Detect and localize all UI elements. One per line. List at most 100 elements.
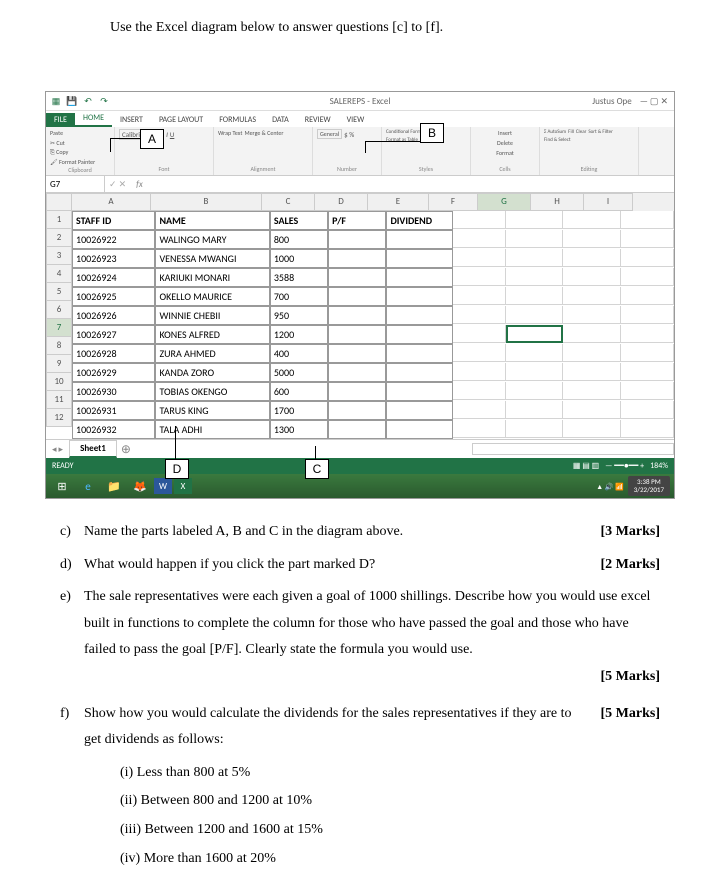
window-controls[interactable]: — ▢ ✕ [640, 96, 668, 107]
cell[interactable] [328, 230, 386, 249]
cell[interactable] [506, 211, 563, 229]
cell[interactable] [453, 306, 506, 324]
cell[interactable] [328, 268, 386, 287]
cell[interactable]: DIVIDEND [386, 211, 452, 230]
tab-data[interactable]: DATA [264, 113, 297, 127]
cell[interactable]: VENESSA MWANGI [155, 249, 269, 268]
col-header-D[interactable]: D [315, 193, 368, 211]
cell[interactable]: SALES [270, 211, 328, 230]
cell[interactable] [328, 287, 386, 306]
cell[interactable]: 950 [270, 306, 328, 325]
cell[interactable] [386, 325, 452, 344]
cell[interactable] [453, 344, 506, 362]
cell[interactable]: 10026924 [72, 268, 155, 287]
cell[interactable]: NAME [155, 211, 269, 230]
cell[interactable] [506, 287, 563, 305]
sheet-nav[interactable]: ◂ ▸ [46, 444, 69, 455]
row-header[interactable]: 8 [46, 337, 72, 355]
cell[interactable] [453, 382, 506, 400]
cell[interactable] [328, 344, 386, 363]
cell[interactable] [621, 382, 674, 400]
cell[interactable] [328, 325, 386, 344]
cell[interactable] [563, 420, 620, 438]
row-header[interactable]: 1 [46, 211, 72, 229]
cell[interactable] [328, 420, 386, 439]
cell[interactable] [563, 325, 620, 343]
tab-pagelayout[interactable]: PAGE LAYOUT [151, 113, 211, 127]
fx-icon[interactable]: fx [130, 179, 149, 190]
autosum-button[interactable]: Σ AutoSum [544, 129, 566, 135]
cell[interactable]: 1700 [270, 401, 328, 420]
sheet-tab[interactable]: Sheet1 [69, 440, 117, 458]
cell[interactable]: KANDA ZORO [155, 363, 269, 382]
cell[interactable]: 1200 [270, 325, 328, 344]
cell[interactable]: 1300 [270, 420, 328, 439]
cell[interactable] [386, 401, 452, 420]
cell[interactable]: 700 [270, 287, 328, 306]
cell[interactable] [386, 268, 452, 287]
cell[interactable]: 5000 [270, 363, 328, 382]
cell[interactable] [328, 249, 386, 268]
cell[interactable] [621, 325, 674, 343]
underline-button[interactable]: U [170, 130, 175, 139]
row-header[interactable]: 11 [46, 391, 72, 409]
clock[interactable]: 3:38 PM3/22/2017 [628, 476, 670, 495]
wrap-text-button[interactable]: Wrap Text [218, 129, 242, 137]
insert-cells-button[interactable]: Insert [498, 129, 512, 137]
cell[interactable] [453, 325, 506, 343]
cell[interactable]: TOBIAS OKENGO [155, 382, 269, 401]
zoom-level[interactable]: 184% [650, 461, 668, 471]
cell[interactable]: KONES ALFRED [155, 325, 269, 344]
cell[interactable] [453, 401, 506, 419]
col-header-A[interactable]: A [72, 193, 151, 211]
start-button[interactable]: ⊞ [50, 476, 74, 496]
cell[interactable]: 10026926 [72, 306, 155, 325]
cell[interactable] [453, 420, 506, 438]
zoom-slider[interactable]: — ━━●━━ + [605, 461, 644, 471]
cell[interactable]: 3588 [270, 268, 328, 287]
row-header[interactable]: 7 [46, 319, 72, 337]
cell[interactable]: 10026931 [72, 401, 155, 420]
cell[interactable] [621, 287, 674, 305]
cell[interactable] [563, 306, 620, 324]
col-header-F[interactable]: F [429, 193, 478, 211]
format-table-button[interactable]: Format as Table [386, 137, 418, 143]
cell[interactable] [563, 344, 620, 362]
delete-cells-button[interactable]: Delete [497, 139, 513, 147]
cell[interactable]: TARUS KING [155, 401, 269, 420]
cell[interactable] [563, 230, 620, 248]
cell[interactable] [563, 382, 620, 400]
firefox-icon[interactable]: 🦊 [128, 476, 152, 496]
col-header-I[interactable]: I [584, 193, 633, 211]
cell[interactable]: 800 [270, 230, 328, 249]
row-header[interactable]: 10 [46, 373, 72, 391]
cell[interactable]: OKELLO MAURICE [155, 287, 269, 306]
view-buttons[interactable]: ▦ ▤ ▥ [573, 461, 599, 471]
row-header[interactable]: 9 [46, 355, 72, 373]
new-sheet-button[interactable]: ⊕ [117, 442, 135, 457]
merge-button[interactable]: Merge & Center [244, 129, 283, 137]
cell[interactable] [386, 344, 452, 363]
cell[interactable]: 10026929 [72, 363, 155, 382]
cell[interactable]: 10026928 [72, 344, 155, 363]
cell[interactable] [328, 306, 386, 325]
number-format[interactable]: General [317, 129, 342, 139]
row-header[interactable]: 6 [46, 301, 72, 319]
fill-button[interactable]: Fill [568, 129, 574, 135]
cell[interactable] [506, 306, 563, 324]
currency-button[interactable]: $ % [344, 130, 354, 139]
cell[interactable]: 10026927 [72, 325, 155, 344]
cell[interactable] [386, 420, 452, 439]
cell[interactable]: 400 [270, 344, 328, 363]
cell[interactable]: 10026922 [72, 230, 155, 249]
col-header-G[interactable]: G [478, 193, 531, 211]
cell[interactable] [453, 287, 506, 305]
col-header-H[interactable]: H [531, 193, 584, 211]
cell[interactable] [506, 249, 563, 267]
format-painter-button[interactable]: 🖌 Format Painter [50, 158, 95, 166]
col-header-E[interactable]: E [368, 193, 429, 211]
cell[interactable]: 10026930 [72, 382, 155, 401]
cell[interactable] [453, 249, 506, 267]
save-icon[interactable]: 💾 [66, 95, 78, 107]
cell[interactable] [563, 287, 620, 305]
